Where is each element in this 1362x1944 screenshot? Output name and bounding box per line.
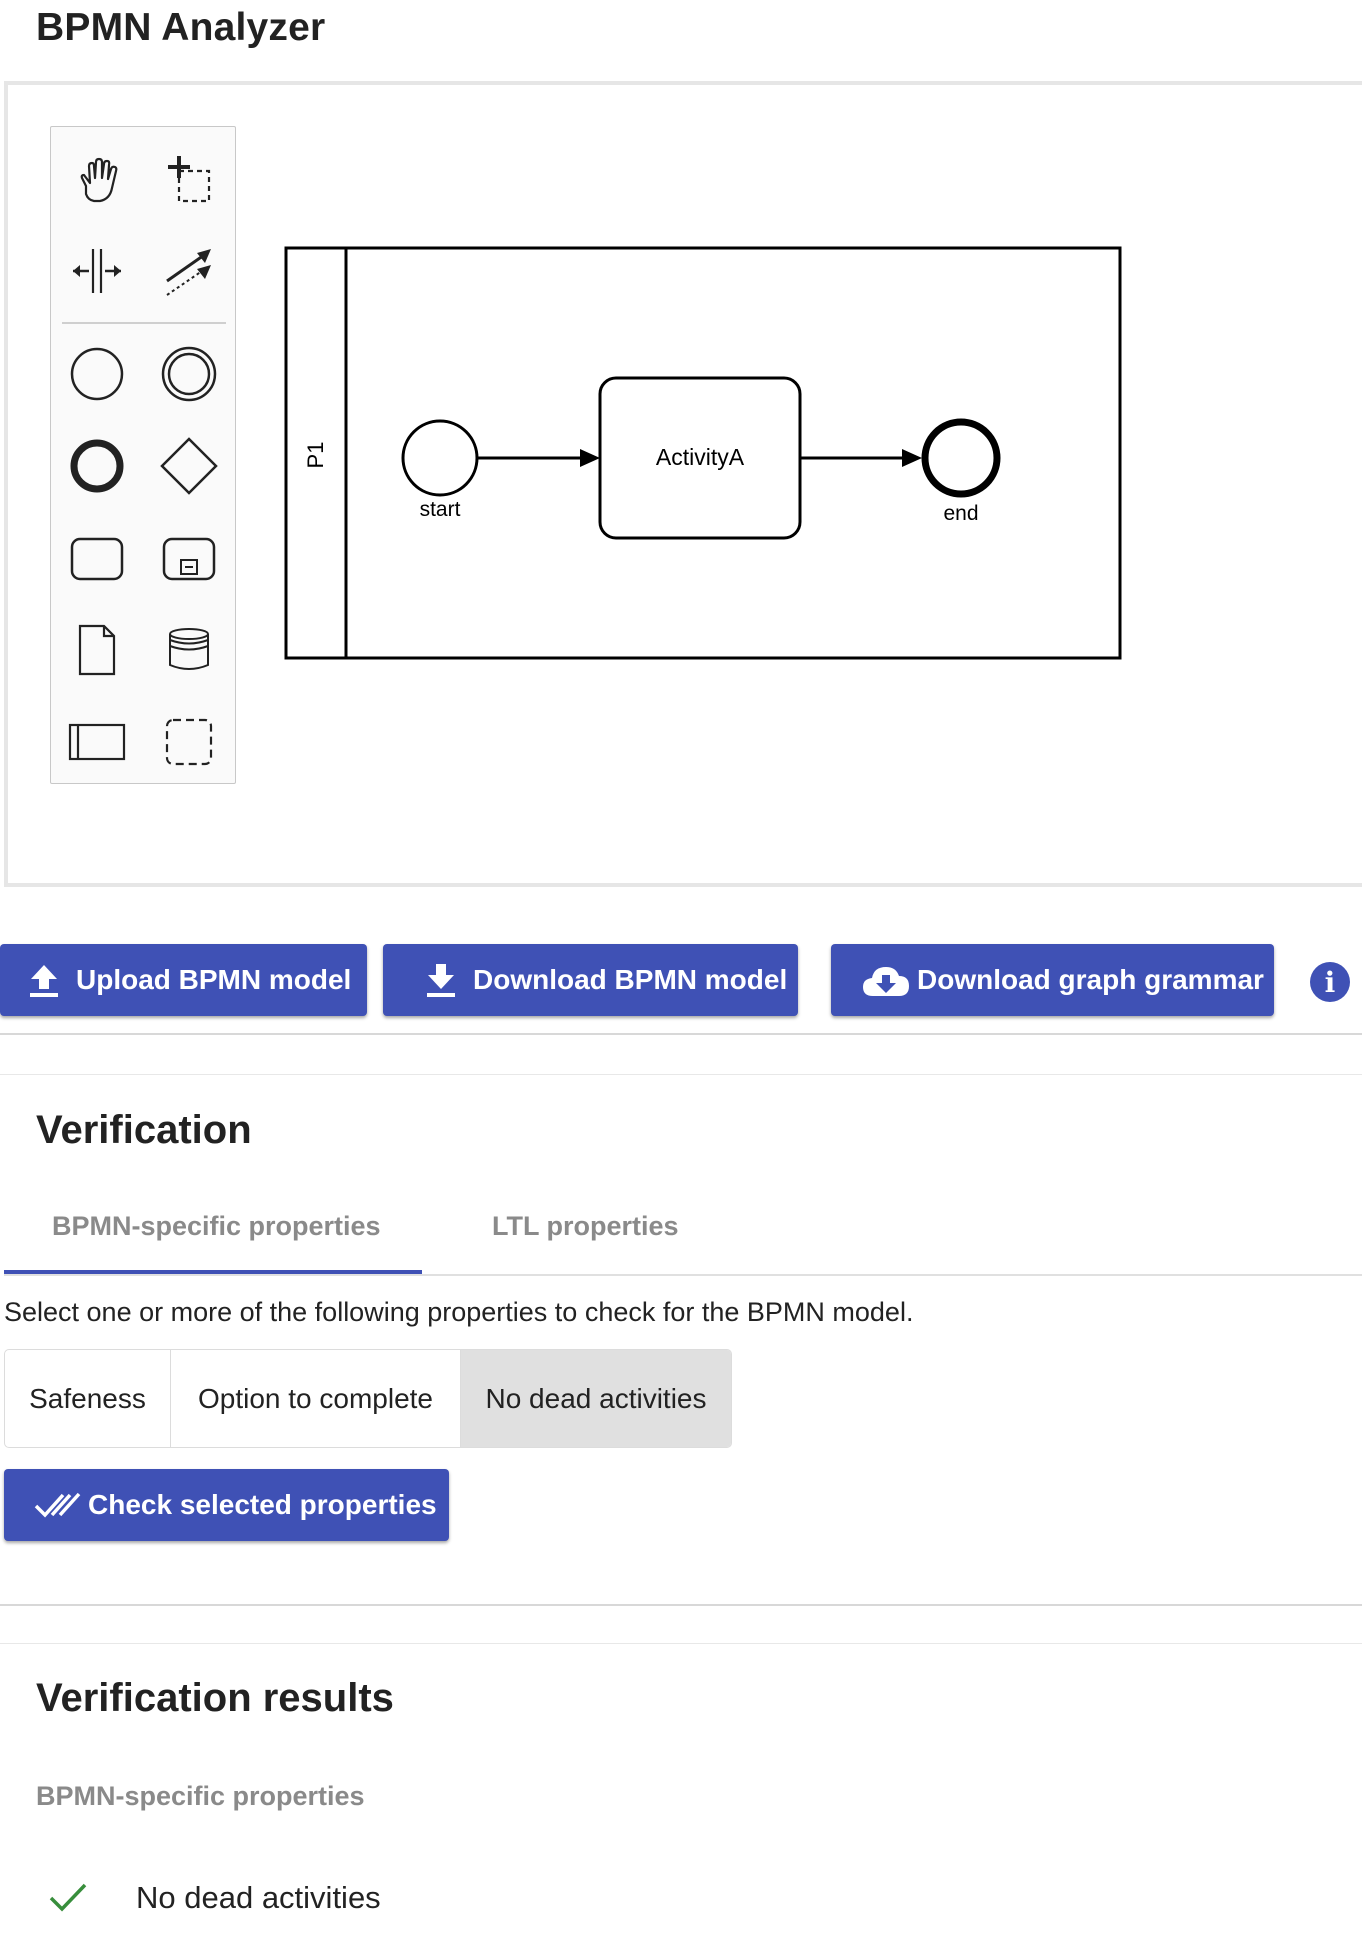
result-item: No dead activities (136, 1880, 381, 1915)
upload-icon (26, 962, 62, 998)
task-label: ActivityA (656, 444, 745, 470)
end-event[interactable] (921, 418, 1001, 498)
double-check-icon (34, 1490, 82, 1520)
results-subtitle: BPMN-specific properties (36, 1781, 365, 1811)
upload-bpmn-button[interactable]: Upload BPMN model (0, 944, 367, 1016)
download-bpmn-button[interactable]: Download BPMN model (383, 944, 798, 1016)
verification-results-title: Verification results (36, 1676, 394, 1720)
sequence-flow-2[interactable] (800, 449, 922, 467)
bpmn-diagram: P1 start ActivityA end (284, 246, 1122, 660)
section-border (0, 1643, 1362, 1644)
properties-description: Select one or more of the following prop… (4, 1297, 914, 1327)
task-activitya[interactable]: ActivityA (598, 376, 802, 540)
download-graph-grammar-button[interactable]: Download graph grammar (831, 944, 1274, 1016)
divider (0, 1033, 1362, 1035)
info-icon[interactable]: i (1310, 962, 1350, 1002)
tab-bpmn-specific-properties[interactable]: BPMN-specific properties (52, 1211, 381, 1242)
tab-ltl-properties[interactable]: LTL properties (492, 1211, 679, 1242)
toggle-no-dead-activities[interactable]: No dead activities (461, 1350, 731, 1447)
check-selected-properties-button[interactable]: Check selected properties (4, 1469, 449, 1541)
sequence-flow-1[interactable] (477, 449, 600, 467)
verification-title: Verification (36, 1108, 252, 1152)
start-event-label: start (420, 498, 461, 521)
divider (0, 1604, 1362, 1606)
upload-label: Upload BPMN model (76, 964, 352, 995)
check-label: Check selected properties (88, 1489, 437, 1520)
grammar-label: Download graph grammar (917, 964, 1264, 995)
end-event-label: end (943, 502, 978, 525)
download-icon (423, 962, 459, 998)
cloud-download-icon (861, 962, 911, 998)
pool-label: P1 (303, 442, 328, 469)
check-icon (48, 1880, 88, 1919)
property-toggle-group: Safeness Option to complete No dead acti… (4, 1349, 732, 1448)
toggle-option-to-complete[interactable]: Option to complete (171, 1350, 461, 1447)
download-label: Download BPMN model (473, 964, 788, 995)
start-event[interactable] (401, 419, 479, 497)
tabs-divider (4, 1274, 1362, 1276)
toggle-safeness[interactable]: Safeness (5, 1350, 171, 1447)
section-border (0, 1074, 1362, 1075)
